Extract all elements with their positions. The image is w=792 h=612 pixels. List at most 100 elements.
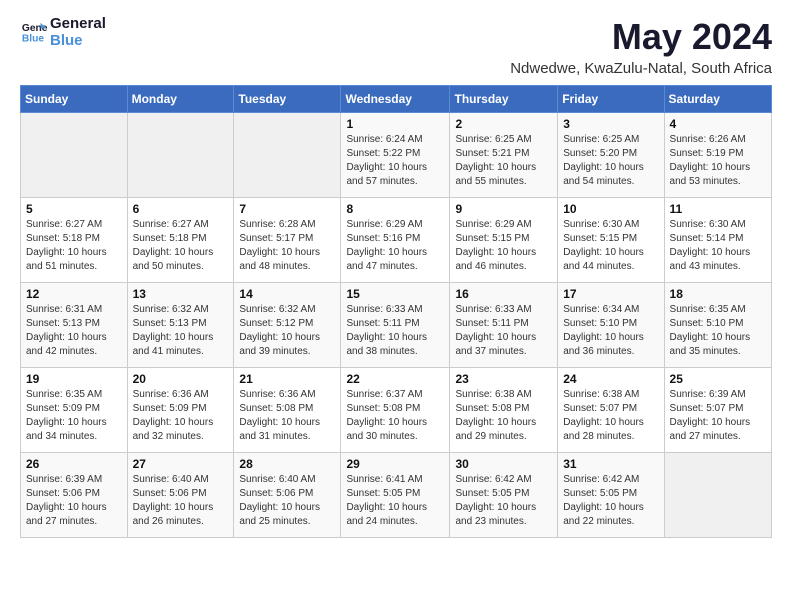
day-number: 15	[346, 287, 444, 301]
calendar-cell-2-0: 12Sunrise: 6:31 AMSunset: 5:13 PMDayligh…	[21, 283, 128, 368]
day-number: 6	[133, 202, 229, 216]
sunset-text: Sunset: 5:18 PM	[26, 233, 100, 244]
daylight-text: Daylight: 10 hours and 47 minutes.	[346, 247, 427, 272]
header-thursday: Thursday	[450, 86, 558, 113]
daylight-text: Daylight: 10 hours and 35 minutes.	[670, 332, 751, 357]
day-number: 20	[133, 372, 229, 386]
sunset-text: Sunset: 5:07 PM	[563, 403, 637, 414]
sunset-text: Sunset: 5:05 PM	[455, 488, 529, 499]
sunrise-text: Sunrise: 6:33 AM	[346, 304, 422, 315]
daylight-text: Daylight: 10 hours and 22 minutes.	[563, 502, 644, 527]
daylight-text: Daylight: 10 hours and 23 minutes.	[455, 502, 536, 527]
calendar-cell-4-1: 27 Sunrise: 6:40 AMSunset: 5:06 PMDayligh…	[127, 453, 234, 538]
daylight-text: Daylight: 10 hours and 39 minutes.	[239, 332, 320, 357]
logo-general: General	[50, 16, 106, 33]
calendar-cell-3-0: 19Sunrise: 6:35 AMSunset: 5:09 PMDayligh…	[21, 368, 128, 453]
calendar-cell-3-3: 22Sunrise: 6:37 AMSunset: 5:08 PMDayligh…	[341, 368, 450, 453]
sunset-text: Sunset: 5:13 PM	[133, 318, 207, 329]
sunrise-text: Sunrise: 6:36 AM	[133, 389, 209, 400]
calendar-cell-4-6	[664, 453, 771, 538]
sunset-text: Sunset: 5:12 PM	[239, 318, 313, 329]
logo: General Blue General Blue	[20, 16, 106, 49]
sunrise-text: Sunrise: 6:40 AM	[239, 474, 315, 485]
day-number: 31	[563, 457, 658, 471]
sunrise-text: Sunrise: 6:29 AM	[346, 219, 422, 230]
sunset-text: Sunset: 5:17 PM	[239, 233, 313, 244]
day-info: Sunrise: 6:38 AMSunset: 5:07 PMDaylight:…	[563, 388, 658, 444]
daylight-text: Daylight: 10 hours and 44 minutes.	[563, 247, 644, 272]
sunset-text: Sunset: 5:14 PM	[670, 233, 744, 244]
sunset-text: Sunset: 5:22 PM	[346, 148, 420, 159]
weekday-header-row: Sunday Monday Tuesday Wednesday Thursday…	[21, 86, 772, 113]
calendar-cell-4-5: 31Sunrise: 6:42 AMSunset: 5:05 PMDayligh…	[558, 453, 664, 538]
calendar-cell-4-3: 29Sunrise: 6:41 AMSunset: 5:05 PMDayligh…	[341, 453, 450, 538]
week-row-2: 5 Sunrise: 6:27 AM Sunset: 5:18 PM Daylight…	[21, 198, 772, 283]
day-number: 13	[133, 287, 229, 301]
day-info: Sunrise: 6:36 AMSunset: 5:08 PMDaylight:…	[239, 388, 335, 444]
logo-blue: Blue	[50, 33, 106, 50]
day-info: Sunrise: 6:40 AMSunset: 5:06 PMDaylight:…	[239, 473, 335, 529]
calendar-cell-4-2: 28 Sunrise: 6:40 AMSunset: 5:06 PMDayligh…	[234, 453, 341, 538]
sunset-text: Sunset: 5:09 PM	[26, 403, 100, 414]
daylight-text: Daylight: 10 hours and 42 minutes.	[26, 332, 107, 357]
header-tuesday: Tuesday	[234, 86, 341, 113]
location-subtitle: Ndwedwe, KwaZulu-Natal, South Africa	[510, 60, 772, 77]
sunrise-text: Sunrise: 6:39 AM	[26, 474, 102, 485]
day-number: 25	[670, 372, 766, 386]
day-info: Sunrise: 6:32 AMSunset: 5:13 PMDaylight:…	[133, 303, 229, 359]
day-number: 5	[26, 202, 122, 216]
calendar-cell-3-4: 23Sunrise: 6:38 AMSunset: 5:08 PMDayligh…	[450, 368, 558, 453]
calendar-cell-0-0	[21, 113, 128, 198]
sunset-text: Sunset: 5:19 PM	[670, 148, 744, 159]
day-info: Sunrise: 6:38 AMSunset: 5:08 PMDaylight:…	[455, 388, 552, 444]
sunrise-text: Sunrise: 6:25 AM	[455, 134, 531, 145]
day-info: Sunrise: 6:35 AMSunset: 5:10 PMDaylight:…	[670, 303, 766, 359]
sunset-text: Sunset: 5:10 PM	[563, 318, 637, 329]
calendar-cell-1-2: 7 Sunrise: 6:28 AMSunset: 5:17 PMDaylight…	[234, 198, 341, 283]
sunset-text: Sunset: 5:06 PM	[26, 488, 100, 499]
calendar-cell-2-6: 18Sunrise: 6:35 AMSunset: 5:10 PMDayligh…	[664, 283, 771, 368]
day-number: 27	[133, 457, 229, 471]
week-row-3: 12Sunrise: 6:31 AMSunset: 5:13 PMDayligh…	[21, 283, 772, 368]
day-info: Sunrise: 6:30 AMSunset: 5:15 PMDaylight:…	[563, 218, 658, 274]
day-info: Sunrise: 6:40 AMSunset: 5:06 PMDaylight:…	[133, 473, 229, 529]
week-row-5: 26Sunrise: 6:39 AMSunset: 5:06 PMDayligh…	[21, 453, 772, 538]
sunrise-text: Sunrise: 6:27 AM	[26, 219, 102, 230]
sunrise-text: Sunrise: 6:39 AM	[670, 389, 746, 400]
day-number: 30	[455, 457, 552, 471]
calendar-cell-0-3: 1Sunrise: 6:24 AMSunset: 5:22 PMDaylight…	[341, 113, 450, 198]
day-number: 24	[563, 372, 658, 386]
sunrise-text: Sunrise: 6:27 AM	[133, 219, 209, 230]
calendar-cell-2-4: 16Sunrise: 6:33 AMSunset: 5:11 PMDayligh…	[450, 283, 558, 368]
svg-text:Blue: Blue	[22, 33, 45, 44]
day-info: Sunrise: 6:41 AMSunset: 5:05 PMDaylight:…	[346, 473, 444, 529]
sunset-text: Sunset: 5:09 PM	[133, 403, 207, 414]
daylight-text: Daylight: 10 hours and 30 minutes.	[346, 417, 427, 442]
day-number: 28	[239, 457, 335, 471]
sunrise-text: Sunrise: 6:32 AM	[239, 304, 315, 315]
calendar-cell-1-0: 5Sunrise: 6:27 AMSunset: 5:18 PMDaylight…	[21, 198, 128, 283]
day-info: Sunrise: 6:29 AM Sunset: 5:16 PM Daylight:…	[346, 218, 444, 274]
day-info: Sunrise: 6:37 AMSunset: 5:08 PMDaylight:…	[346, 388, 444, 444]
calendar-cell-3-2: 21Sunrise: 6:36 AMSunset: 5:08 PMDayligh…	[234, 368, 341, 453]
calendar-cell-2-5: 17Sunrise: 6:34 AMSunset: 5:10 PMDayligh…	[558, 283, 664, 368]
day-info: Sunrise: 6:24 AMSunset: 5:22 PMDaylight:…	[346, 133, 444, 189]
sunrise-text: Sunrise: 6:41 AM	[346, 474, 422, 485]
daylight-text: Daylight: 10 hours and 29 minutes.	[455, 417, 536, 442]
calendar-cell-1-6: 11Sunrise: 6:30 AMSunset: 5:14 PMDayligh…	[664, 198, 771, 283]
day-info: Sunrise: 6:33 AMSunset: 5:11 PMDaylight:…	[455, 303, 552, 359]
sunset-text: Sunset: 5:16 PM	[346, 233, 420, 244]
week-row-1: 1Sunrise: 6:24 AMSunset: 5:22 PMDaylight…	[21, 113, 772, 198]
sunrise-text: Sunrise: 6:33 AM	[455, 304, 531, 315]
calendar-cell-3-6: 25Sunrise: 6:39 AMSunset: 5:07 PMDayligh…	[664, 368, 771, 453]
day-info: Sunrise: 6:28 AMSunset: 5:17 PMDaylight:…	[239, 218, 335, 274]
sunrise-text: Sunrise: 6:35 AM	[26, 389, 102, 400]
header-friday: Friday	[558, 86, 664, 113]
day-info: Sunrise: 6:34 AMSunset: 5:10 PMDaylight:…	[563, 303, 658, 359]
day-info: Sunrise: 6:36 AMSunset: 5:09 PMDaylight:…	[133, 388, 229, 444]
sunrise-text: Sunrise: 6:24 AM	[346, 134, 422, 145]
daylight-text: Daylight: 10 hours and 50 minutes.	[133, 247, 214, 272]
daylight-text: Daylight: 10 hours and 54 minutes.	[563, 162, 644, 187]
daylight-text: Daylight: 10 hours and 36 minutes.	[563, 332, 644, 357]
day-number: 7	[239, 202, 335, 216]
